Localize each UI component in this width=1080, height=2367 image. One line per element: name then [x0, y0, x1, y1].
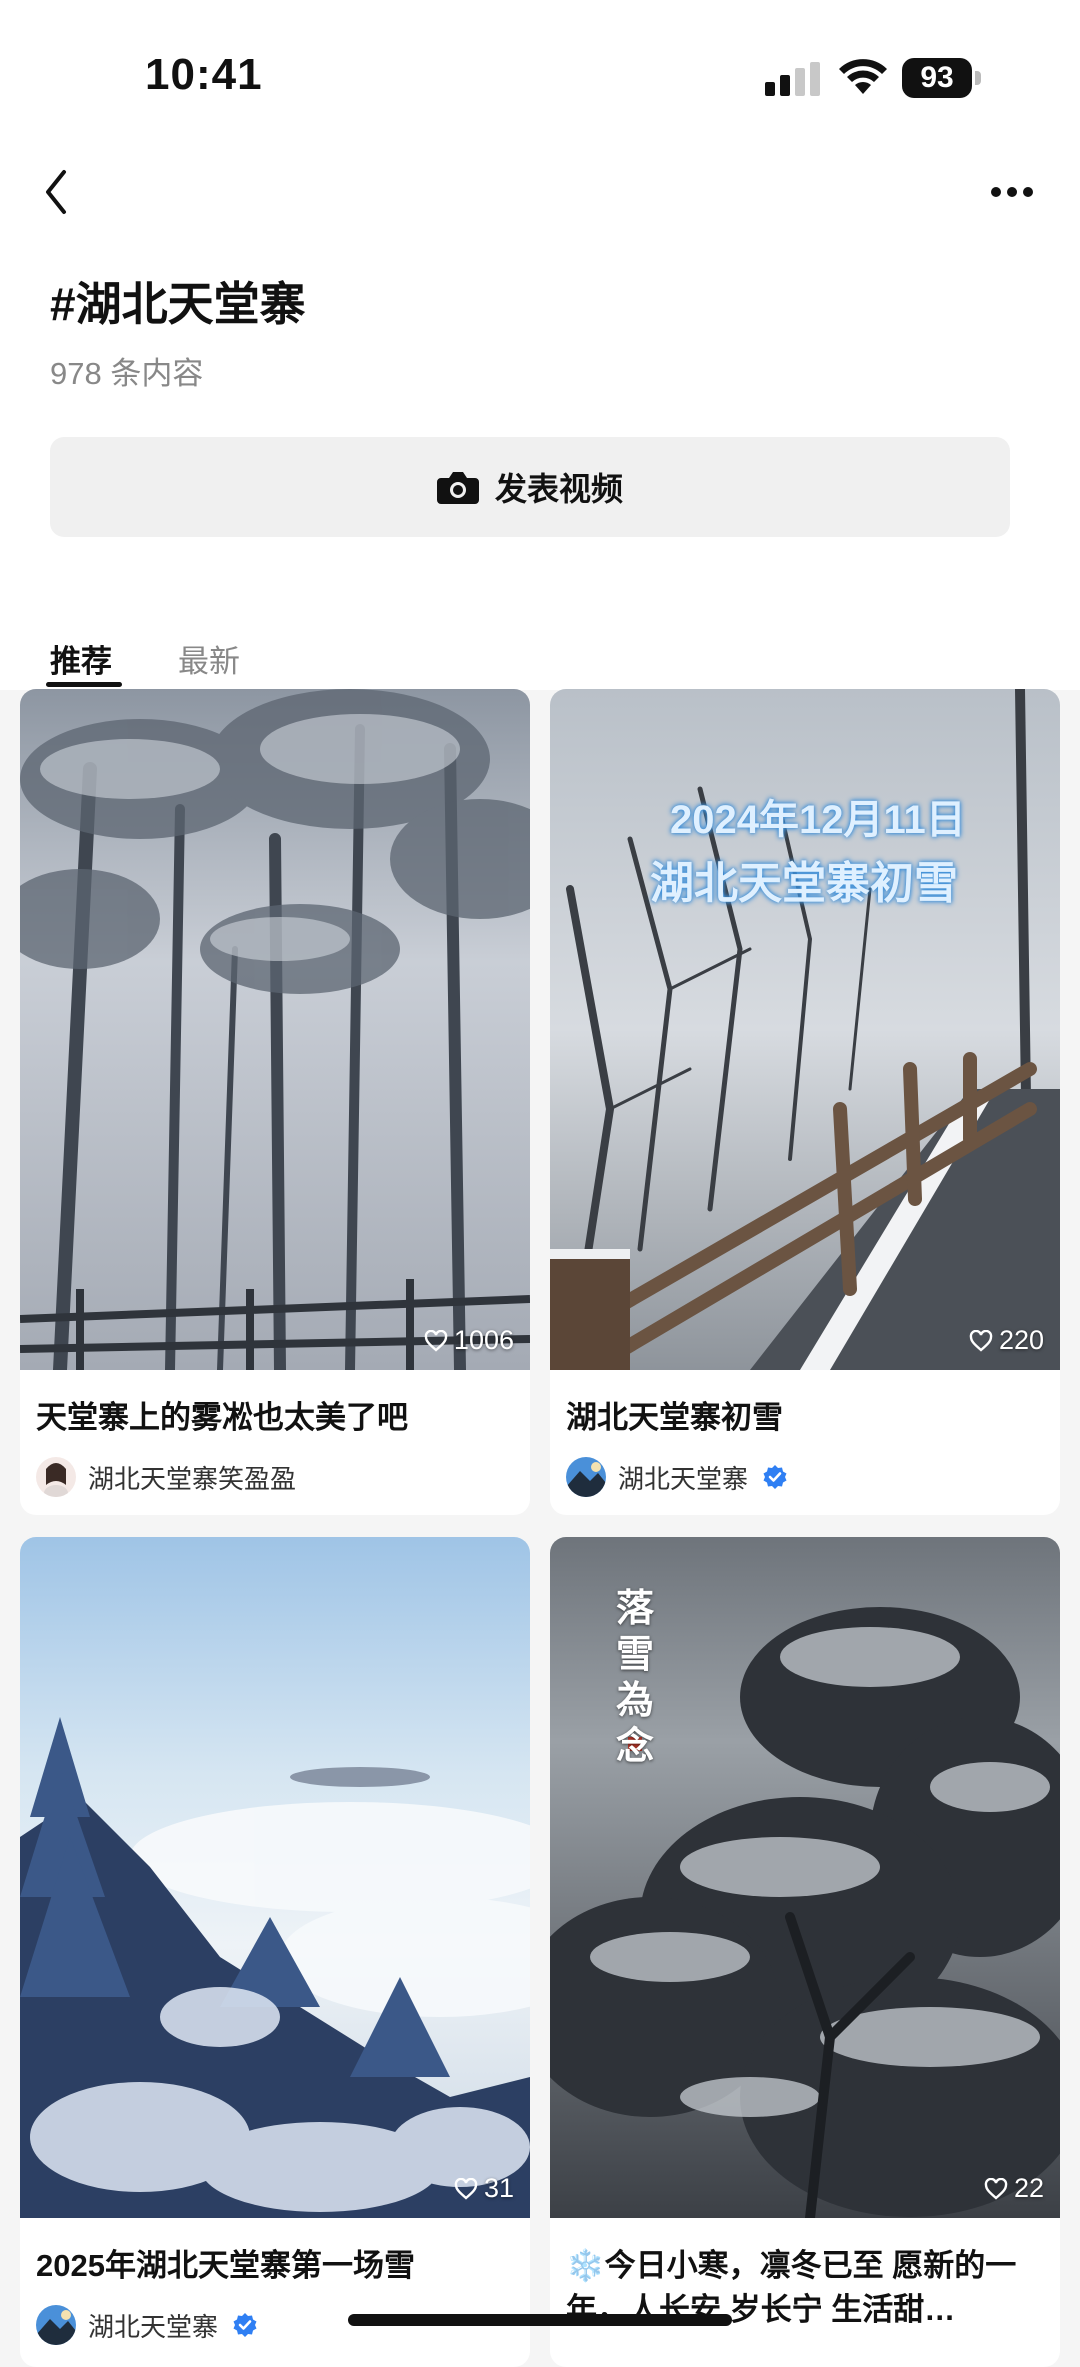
- like-count-1: 1006: [424, 1325, 514, 1356]
- like-count-value: 220: [998, 1325, 1044, 1355]
- overlay-caption: 湖北天堂寨初雪: [650, 859, 958, 908]
- active-tab-indicator: [46, 682, 122, 687]
- heart-icon: [984, 2177, 1008, 2200]
- battery-icon: 93: [902, 58, 982, 98]
- avatar[interactable]: [36, 1457, 76, 1497]
- author-name[interactable]: 湖北天堂寨: [88, 2307, 218, 2344]
- avatar[interactable]: [36, 2305, 76, 2345]
- post-card-4[interactable]: 落雪為念 22 ❄️今日小寒，凛冬已至 愿新的一年，人长安 岁长宁 生活甜…: [550, 1537, 1060, 2367]
- post-thumbnail-4[interactable]: 落雪為念 22: [550, 1537, 1060, 2218]
- battery-level: 93: [902, 58, 972, 98]
- status-time: 10:41: [145, 50, 263, 99]
- overlay-vertical-text: 落雪為念: [616, 1585, 655, 1768]
- like-count-4: 22: [984, 2173, 1044, 2204]
- wifi-icon: [839, 59, 887, 94]
- content-count: 978 条内容: [50, 356, 204, 391]
- like-count-2: 220: [969, 1325, 1044, 1356]
- like-count-value: 22: [1013, 2173, 1044, 2203]
- heart-icon: [454, 2177, 478, 2200]
- home-indicator[interactable]: [348, 2314, 732, 2326]
- verified-badge-icon: [233, 2313, 257, 2337]
- verified-badge-icon: [763, 1465, 787, 1489]
- status-bar: 10:41 93: [0, 0, 1080, 150]
- page-title: #湖北天堂寨: [50, 278, 306, 330]
- post-card-2[interactable]: 2024年12月11日 湖北天堂寨初雪 220 湖北天堂寨初雪 湖北天堂寨: [550, 689, 1060, 1515]
- post-author-2[interactable]: 湖北天堂寨: [566, 1457, 788, 1497]
- post-thumbnail-1[interactable]: 1006: [20, 689, 530, 1370]
- back-chevron-icon[interactable]: [34, 164, 84, 220]
- post-author-3[interactable]: 湖北天堂寨: [36, 2305, 258, 2345]
- like-count-3: 31: [454, 2173, 514, 2204]
- battery-cap: [975, 71, 981, 85]
- post-author-1[interactable]: 湖北天堂寨笑盈盈: [36, 1457, 296, 1497]
- overlay-date: 2024年12月11日: [670, 798, 966, 842]
- tab-recommend[interactable]: 推荐: [50, 636, 112, 681]
- post-title-1[interactable]: 天堂寨上的雾凇也太美了吧: [36, 1396, 516, 1440]
- author-name[interactable]: 湖北天堂寨: [618, 1459, 748, 1496]
- publish-video-label: 发表视频: [494, 471, 623, 507]
- avatar[interactable]: [566, 1457, 606, 1497]
- cellular-signal-icon: [765, 62, 820, 96]
- post-title-2[interactable]: 湖北天堂寨初雪: [566, 1396, 1046, 1440]
- like-count-value: 31: [483, 2173, 514, 2203]
- heart-icon: [969, 1329, 993, 1352]
- author-name[interactable]: 湖北天堂寨笑盈盈: [88, 1459, 296, 1496]
- post-thumbnail-3[interactable]: 31: [20, 1537, 530, 2218]
- post-thumbnail-2[interactable]: 2024年12月11日 湖北天堂寨初雪 220: [550, 689, 1060, 1370]
- heart-icon: [424, 1329, 448, 1352]
- post-card-3[interactable]: 31 2025年湖北天堂寨第一场雪 湖北天堂寨: [20, 1537, 530, 2367]
- tab-latest[interactable]: 最新: [178, 636, 240, 681]
- post-title-3[interactable]: 2025年湖北天堂寨第一场雪: [36, 2244, 516, 2288]
- like-count-value: 1006: [453, 1325, 514, 1355]
- publish-video-button[interactable]: 发表视频: [50, 437, 1010, 537]
- post-card-1[interactable]: 1006 天堂寨上的雾凇也太美了吧 湖北天堂寨笑盈盈: [20, 689, 530, 1515]
- more-options-icon[interactable]: [982, 170, 1042, 214]
- camera-icon: [436, 472, 479, 504]
